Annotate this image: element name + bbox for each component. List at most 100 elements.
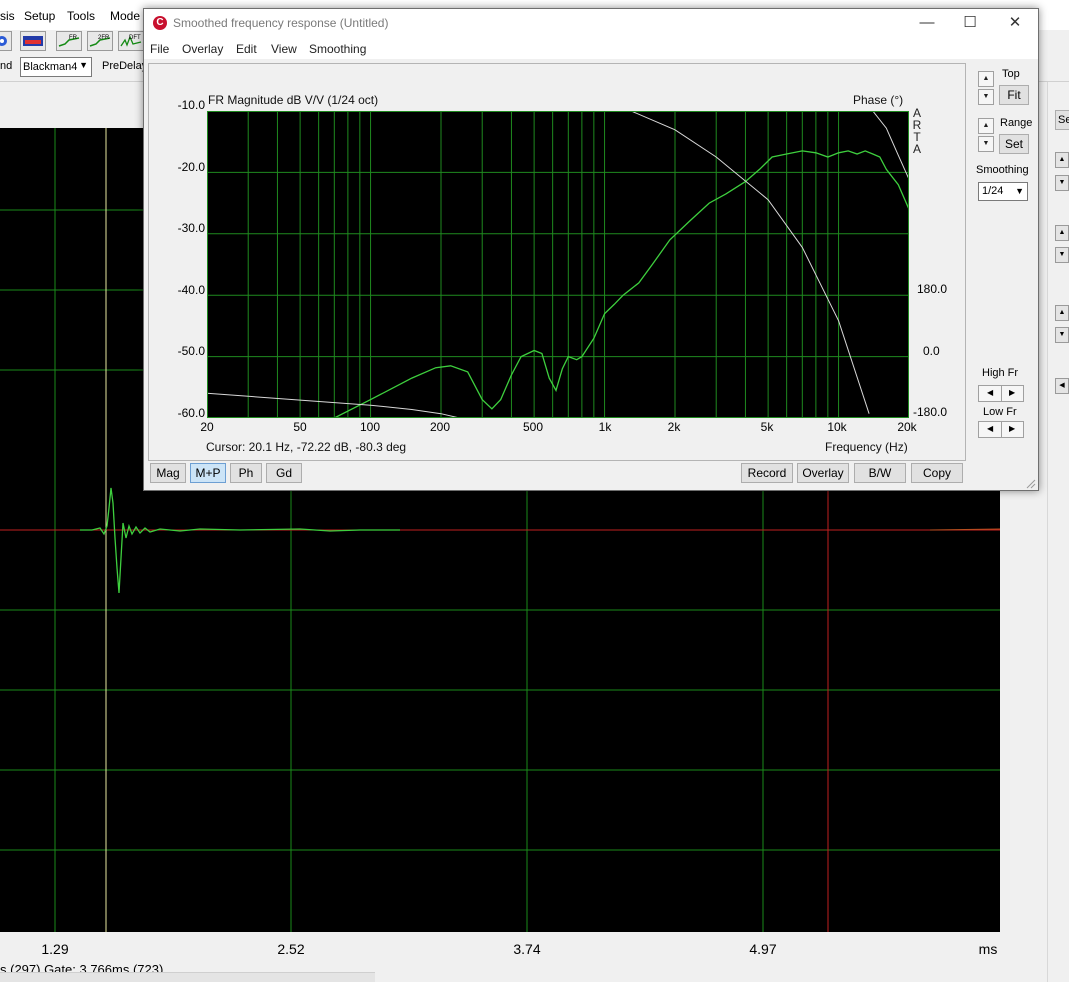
spectrum-icon[interactable] [20, 31, 46, 51]
watermark-letter: A [912, 142, 921, 156]
dft-icon-label: DFT [129, 35, 141, 41]
2fr-icon[interactable]: 2FR [87, 31, 113, 51]
menu-smoothing[interactable]: Smoothing [309, 42, 366, 56]
tab-group-delay[interactable]: Gd [266, 463, 302, 483]
spin-up-icon[interactable]: ▲ [1055, 152, 1069, 168]
y-tick: -20.0 [177, 160, 205, 174]
smoothing-label: Smoothing [976, 164, 1029, 176]
dialog-titlebar[interactable]: C Smoothed frequency response (Untitled)… [144, 9, 1038, 37]
window-select[interactable]: Blackman4 ▼ [20, 57, 92, 77]
x-axis-label: Frequency (Hz) [825, 440, 908, 454]
x-unit: ms [978, 941, 998, 957]
x-tick: 1.29 [41, 941, 69, 957]
resize-grip-icon[interactable] [1026, 479, 1036, 489]
divider [1001, 422, 1002, 437]
bw-button[interactable]: B/W [854, 463, 906, 483]
freq-tick: 200 [429, 420, 451, 434]
y-tick: -60.0 [177, 406, 205, 420]
fr-icon-label: FR [69, 35, 78, 41]
smoothing-select[interactable]: 1/24 ▼ [978, 182, 1028, 201]
overlay-button[interactable]: Overlay [797, 463, 849, 483]
maximize-button[interactable]: ☐ [947, 9, 993, 37]
x-tick: 3.74 [513, 941, 541, 957]
fit-button[interactable]: Fit [999, 85, 1029, 105]
predelay-label: PreDelay [102, 60, 148, 72]
dialog-title: Smoothed frequency response (Untitled) [173, 16, 389, 30]
freq-tick: 20 [200, 420, 214, 434]
fr-icon[interactable]: FR [56, 31, 82, 51]
phase-tick: 0.0 [923, 344, 940, 358]
phase-axis-title: Phase (°) [853, 93, 904, 107]
y-tick: -10.0 [177, 98, 205, 112]
minimize-button[interactable]: — [904, 9, 950, 37]
freq-tick: 500 [522, 420, 544, 434]
menu-view[interactable]: View [271, 42, 297, 56]
cursor-readout: Cursor: 20.1 Hz, -72.22 dB, -80.3 deg [206, 440, 407, 454]
range-label: Range [1000, 117, 1033, 129]
y-tick: -30.0 [177, 221, 205, 235]
menu-edit[interactable]: Edit [236, 42, 257, 56]
chevron-down-icon: ▼ [79, 60, 88, 70]
range-down-spin[interactable]: ▼ [978, 136, 994, 152]
divider [1001, 386, 1002, 401]
high-fr-stepper[interactable]: ◀ ▶ [978, 385, 1024, 402]
arrow-left-icon[interactable]: ◀ [987, 424, 993, 433]
spin-up-icon[interactable]: ▲ [1055, 225, 1069, 241]
menu-item-analysis[interactable]: sis [0, 9, 15, 23]
arrow-right-icon[interactable]: ▶ [1009, 424, 1015, 433]
tab-phase[interactable]: Ph [230, 463, 262, 483]
y-tick: -50.0 [177, 344, 205, 358]
menu-item-tools[interactable]: Tools [67, 9, 95, 23]
spin-down-icon[interactable]: ▼ [1055, 247, 1069, 263]
horizontal-scrollbar[interactable] [0, 972, 375, 982]
spin-left-icon[interactable]: ◀ [1055, 378, 1069, 394]
options-label: nd [0, 60, 13, 72]
phase-tick: 180.0 [917, 282, 948, 296]
copy-button[interactable]: Copy [911, 463, 963, 483]
frequency-response-chart[interactable] [207, 111, 909, 418]
plot-title: FR Magnitude dB V/V (1/24 oct) [208, 93, 379, 107]
app-icon: C [153, 16, 167, 30]
freq-tick: 5k [760, 420, 774, 434]
y-tick: -40.0 [177, 283, 205, 297]
spin-up-icon[interactable]: ▲ [1055, 305, 1069, 321]
plot-frame: FR Magnitude dB V/V (1/24 oct) Phase (°)… [148, 63, 966, 461]
record-button[interactable]: Record [741, 463, 793, 483]
smoothing-value: 1/24 [982, 185, 1004, 197]
set-button[interactable]: Set [999, 134, 1029, 154]
freq-tick: 20k [897, 420, 917, 434]
freq-tick: 10k [827, 420, 847, 434]
tab-mag[interactable]: Mag [150, 463, 186, 483]
spin-down-icon[interactable]: ▼ [1055, 175, 1069, 191]
freq-tick: 2k [667, 420, 681, 434]
close-button[interactable]: ✕ [992, 9, 1038, 37]
high-fr-label: High Fr [982, 367, 1019, 379]
low-fr-stepper[interactable]: ◀ ▶ [978, 421, 1024, 438]
impulse-trace [80, 487, 400, 594]
x-tick: 2.52 [277, 941, 305, 957]
smoothed-fr-dialog: C Smoothed frequency response (Untitled)… [143, 8, 1039, 491]
chevron-down-icon: ▼ [1015, 186, 1024, 196]
freq-tick: 50 [293, 420, 307, 434]
range-up-spin[interactable]: ▲ [978, 118, 994, 134]
menu-item-setup[interactable]: Setup [24, 9, 55, 23]
speaker-icon[interactable] [0, 31, 12, 51]
top-down-spin[interactable]: ▼ [978, 89, 994, 105]
tab-mag-phase[interactable]: M+P [190, 463, 226, 483]
menu-file[interactable]: File [150, 42, 169, 56]
top-label: Top [1002, 68, 1020, 80]
arrow-left-icon[interactable]: ◀ [987, 388, 993, 397]
x-tick: 4.97 [749, 941, 777, 957]
menu-overlay[interactable]: Overlay [182, 42, 223, 56]
phase-tick: -180.0 [913, 405, 948, 419]
arrow-right-icon[interactable]: ▶ [1009, 388, 1015, 397]
top-up-spin[interactable]: ▲ [978, 71, 994, 87]
menu-item-mode[interactable]: Mode [110, 9, 140, 23]
chart-background [207, 111, 909, 418]
right-panel-button[interactable]: Se [1055, 110, 1069, 130]
dft-icon[interactable]: DFT [118, 31, 144, 51]
spin-down-icon[interactable]: ▼ [1055, 327, 1069, 343]
2fr-icon-label: 2FR [98, 35, 110, 41]
right-panel [1047, 82, 1069, 982]
low-fr-label: Low Fr [983, 406, 1017, 418]
